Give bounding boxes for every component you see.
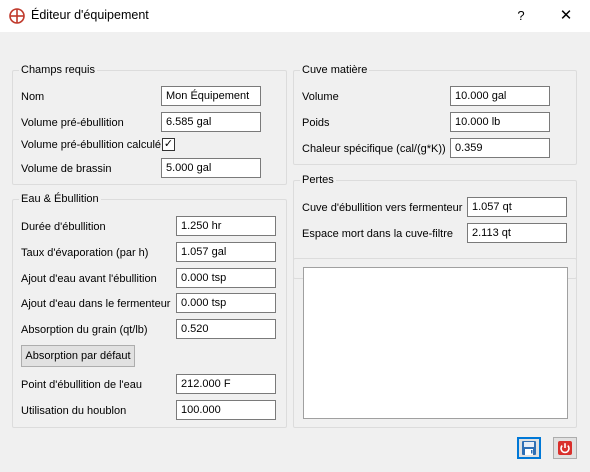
save-icon	[522, 441, 536, 455]
topup-fermenter-label: Ajout d'eau dans le fermenteur	[21, 298, 171, 310]
tun-volume-label: Volume	[302, 91, 339, 103]
grain-absorption-label: Absorption du grain (qt/lb)	[21, 324, 148, 336]
group-title-mash-tun: Cuve matière	[300, 64, 370, 77]
kettle-to-fermenter-field[interactable]: 1.057 qt	[467, 197, 567, 217]
cancel-button[interactable]	[553, 437, 577, 459]
tun-volume-field[interactable]: 10.000 gal	[450, 86, 550, 106]
preboil-volume-field[interactable]: 6.585 gal	[161, 112, 261, 132]
dialog-body: Champs requis Nom Mon Équipement Volume …	[0, 32, 590, 472]
group-title-required: Champs requis	[19, 64, 97, 77]
evap-rate-label: Taux d'évaporation (par h)	[21, 247, 149, 259]
topup-fermenter-field[interactable]: 0.000 tsp	[176, 293, 276, 313]
preboil-volume-label: Volume pré-ébullition	[21, 117, 124, 129]
power-icon	[558, 441, 572, 455]
boil-time-field[interactable]: 1.250 hr	[176, 216, 276, 236]
boiling-point-field[interactable]: 212.000 F	[176, 374, 276, 394]
help-button[interactable]: ?	[512, 6, 530, 26]
hop-utilization-label: Utilisation du houblon	[21, 405, 127, 417]
group-title-water: Eau & Ébullition	[19, 193, 101, 206]
batch-size-field[interactable]: 5.000 gal	[161, 158, 261, 178]
topup-kettle-field[interactable]: 0.000 tsp	[176, 268, 276, 288]
tun-weight-label: Poids	[302, 117, 330, 129]
tun-specific-heat-field[interactable]: 0.359	[450, 138, 550, 158]
lauter-deadspace-field[interactable]: 2.113 qt	[467, 223, 567, 243]
kettle-to-fermenter-label: Cuve d'ébullition vers fermenteur	[302, 202, 463, 214]
hop-utilization-field[interactable]: 100.000	[176, 400, 276, 420]
default-absorption-button[interactable]: Absorption par défaut	[21, 345, 135, 367]
topup-kettle-label: Ajout d'eau avant l'ébullition	[21, 273, 157, 285]
notes-text-area[interactable]	[303, 267, 568, 419]
batch-size-label: Volume de brassin	[21, 163, 112, 175]
window-title: Éditeur d'équipement	[31, 8, 149, 22]
evap-rate-field[interactable]: 1.057 gal	[176, 242, 276, 262]
calc-preboil-checkbox[interactable]: ✓	[162, 138, 175, 151]
name-label: Nom	[21, 91, 45, 103]
save-button[interactable]	[517, 437, 541, 459]
group-title-losses: Pertes	[300, 174, 336, 187]
app-icon	[9, 8, 25, 24]
boiling-point-label: Point d'ébullition de l'eau	[21, 379, 143, 391]
title-bar: Éditeur d'équipement ? ✕	[0, 0, 590, 32]
tun-weight-field[interactable]: 10.000 lb	[450, 112, 550, 132]
close-button[interactable]: ✕	[556, 6, 576, 26]
tun-specific-heat-label: Chaleur spécifique (cal/(g*K))	[302, 143, 446, 155]
name-field[interactable]: Mon Équipement	[161, 86, 261, 106]
calc-preboil-label: Volume pré-ébullition calculé	[21, 139, 162, 151]
lauter-deadspace-label: Espace mort dans la cuve-filtre	[302, 228, 454, 240]
boil-time-label: Durée d'ébullition	[21, 221, 106, 233]
grain-absorption-field[interactable]: 0.520	[176, 319, 276, 339]
